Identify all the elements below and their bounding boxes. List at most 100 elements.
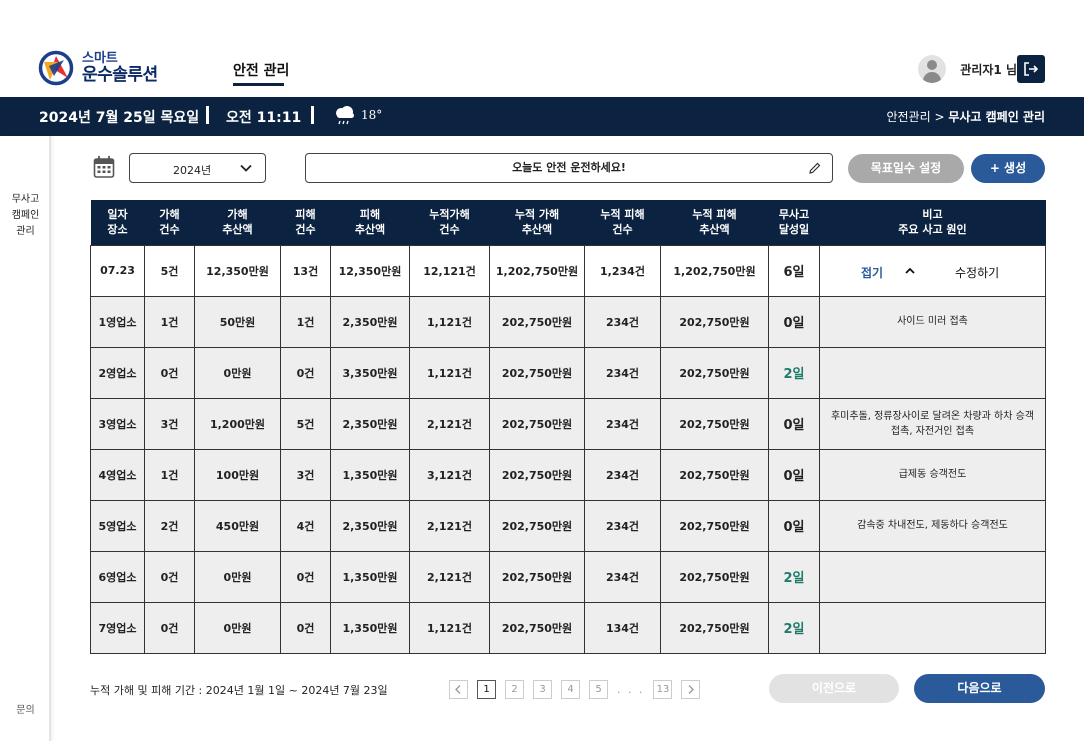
column-header-label: 피해 [295,208,316,222]
table-cell: 234건 [584,550,661,603]
table-cell: 2,121건 [409,550,490,603]
table-cell: 1영업소 [90,295,145,348]
table-row: 4영업소 1건 100만원 3건 1,350만원 3,121건 202,750만원 234건 2… [90,448,1046,501]
pencil-icon[interactable] [808,161,822,175]
temperature: 18° [361,108,383,122]
slogan-field[interactable]: 오늘도 안전 운전하세요! [305,153,833,183]
table-total-row: 07.23 5건 12,350만원 13건 12,350만원 12,121건 1,202,7… [90,244,1046,297]
table-cell-note [819,346,1046,399]
table-cell: 234건 [584,397,661,450]
table-cell: 0일 [768,295,820,348]
table-cell: 12,121건 [409,244,490,297]
page-button[interactable]: 1 [477,680,496,699]
table-cell: 2일 [768,346,820,399]
table-cell: 0건 [280,601,331,654]
status-bar: 2024년 7월 25일 목요일 오전 11:11 18° 안전관리 > 무사고… [0,97,1084,136]
column-header-label: 장소 [107,223,128,237]
table-cell: 1,202,750만원 [660,244,769,297]
table-cell: 12,350만원 [194,244,281,297]
prev-page-button[interactable] [449,680,468,699]
user-menu[interactable]: 관리자1 님 [918,55,1017,83]
edit-button[interactable]: 수정하기 [955,264,999,281]
column-header-label: 건수 [612,223,633,237]
sidebar-item-inquiry[interactable]: 문의 [0,701,51,716]
table-cell: 1,121건 [409,346,490,399]
table-cell: 0건 [144,346,195,399]
next-button[interactable]: 다음으로 [914,674,1045,703]
divider [311,106,314,124]
user-name: 관리자1 님 [960,62,1017,77]
table-cell: 202,750만원 [660,295,769,348]
sidebar-item-campaign[interactable]: 무사고 캠페인 관리 [0,192,51,240]
previous-button[interactable]: 이전으로 [769,674,899,703]
table-cell-note [819,550,1046,603]
table-cell: 07.23 [90,244,145,297]
campaign-table: 일자 장소 가해 건수 가해 추산액 피해 건수 피해 추산액 누적가해 건수 누적 가해 추산액 누적 피… [90,200,1046,654]
table-cell: 202,750만원 [489,601,585,654]
cumulative-period: 누적 가해 및 피해 기간 : 2024년 1월 1일 ~ 2024년 7월 2… [90,684,388,697]
active-tab-indicator [233,83,284,86]
table-cell-actions: 접기 수정하기 [819,244,1046,297]
column-header-label: 주요 사고 원인 [898,223,967,237]
brand-logo-icon [38,50,74,86]
table-cell: 5영업소 [90,499,145,552]
logout-button[interactable] [1017,55,1045,83]
brand-logo[interactable]: 스마트 운수솔루션 [38,50,158,86]
calendar-icon[interactable] [93,155,115,179]
table-cell: 100만원 [194,448,281,501]
chevron-left-icon [455,685,461,694]
column-header-label: 누적 피해 [600,208,645,222]
chevron-up-icon[interactable] [904,265,916,277]
top-header: 스마트 운수솔루션 안전 관리 관리자1 님 [0,0,1084,97]
table-cell: 0일 [768,499,820,552]
table-cell: 1,350만원 [330,550,410,603]
page-button[interactable]: 5 [589,680,608,699]
cloud-rain-icon [336,106,354,125]
fold-button[interactable]: 접기 [861,264,883,281]
table-cell: 1,121건 [409,295,490,348]
table-cell: 134건 [584,601,661,654]
create-button[interactable]: + 생성 [971,154,1045,183]
table-row: 7영업소 0건 0만원 0건 1,350만원 1,121건 202,750만원 134건 202… [90,601,1046,654]
year-select[interactable]: 2024년 [129,153,266,183]
table-cell-note: 감속중 차내전도, 제동하다 승객전도 [819,499,1046,552]
table-cell: 0일 [768,448,820,501]
table-cell: 1,234건 [584,244,661,297]
column-header-label: 추산액 [699,223,730,237]
column-header-label: 추산액 [521,223,553,237]
column-header-label: 건수 [295,223,316,237]
table-cell: 202,750만원 [489,499,585,552]
table-cell: 202,750만원 [660,601,769,654]
table-cell-note [819,601,1046,654]
page-button-last[interactable]: 13 [653,680,673,699]
table-cell: 4건 [280,499,331,552]
table-cell-note: 후미추돌, 정류장사이로 달려온 차량과 하차 승객 접촉, 자전거인 접촉 [819,397,1046,450]
tab-safety-management[interactable]: 안전 관리 [233,60,289,80]
table-cell: 2,350만원 [330,499,410,552]
table-cell: 2일 [768,601,820,654]
set-target-days-button[interactable]: 목표일수 설정 [848,154,964,183]
table-cell: 50만원 [194,295,281,348]
table-header-row: 일자 장소 가해 건수 가해 추산액 피해 건수 피해 추산액 누적가해 건수 누적 가해 추산액 누적 피… [90,200,1046,245]
next-page-button[interactable] [681,680,701,699]
table-cell: 1,350만원 [330,448,410,501]
slogan-text: 오늘도 안전 운전하세요! [512,161,626,174]
column-header-label: 일자 [107,208,128,222]
table-cell: 3건 [280,448,331,501]
table-cell: 234건 [584,499,661,552]
page-button[interactable]: 4 [561,680,580,699]
table-cell: 2건 [144,499,195,552]
table-cell: 202,750만원 [489,448,585,501]
column-header-label: 누적 가해 [514,208,560,222]
column-header: 누적 피해 건수 [584,200,661,245]
table-cell: 202,750만원 [489,397,585,450]
page-button[interactable]: 2 [505,680,524,699]
breadcrumb-parent[interactable]: 안전관리 [886,110,930,124]
column-header-label: 추산액 [222,223,253,237]
current-date: 2024년 7월 25일 목요일 [39,110,200,126]
column-header-label: 누적 피해 [692,208,737,222]
table-cell-note: 급제동 승객전도 [819,448,1046,501]
table-cell: 3영업소 [90,397,145,450]
page-button[interactable]: 3 [533,680,552,699]
table-cell: 12,350만원 [330,244,410,297]
